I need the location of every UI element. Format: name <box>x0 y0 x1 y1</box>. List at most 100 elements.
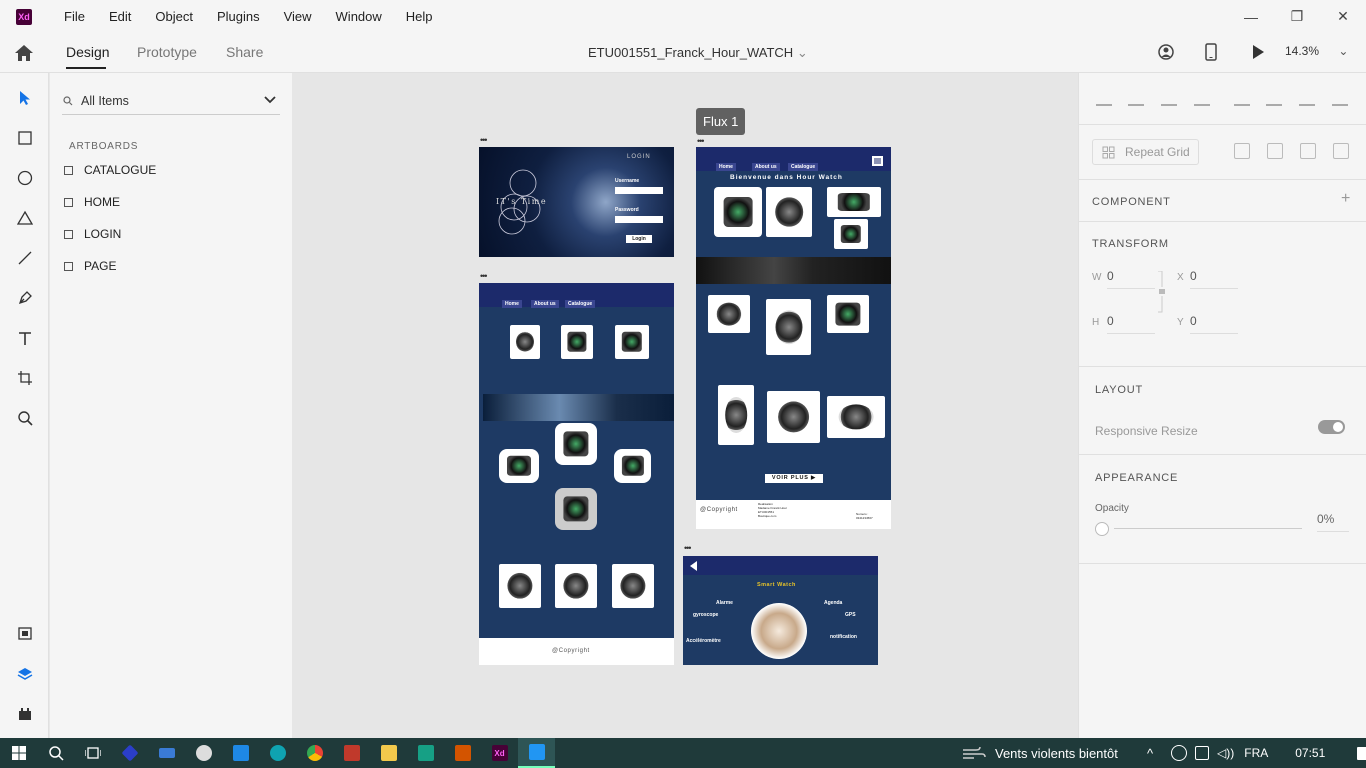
line-icon[interactable] <box>14 247 36 269</box>
menu-object[interactable]: Object <box>143 0 205 33</box>
nav-catalogue[interactable]: Catalogue <box>788 163 819 171</box>
chevron-down-icon[interactable]: ⌄ <box>1338 44 1348 58</box>
menu-edit[interactable]: Edit <box>97 0 143 33</box>
rectangle-icon[interactable] <box>14 127 36 149</box>
distribute-vertical-icon[interactable] <box>1194 92 1210 106</box>
artboard-page[interactable]: Smart Watch Alarme Agenda gyroscope GPS … <box>683 556 878 665</box>
y-field[interactable]: 0 <box>1190 314 1238 334</box>
password-field[interactable] <box>615 216 663 223</box>
polygon-icon[interactable] <box>14 207 36 229</box>
menu-file[interactable]: File <box>52 0 97 33</box>
select-icon[interactable] <box>14 87 36 109</box>
assets-icon[interactable] <box>14 622 36 644</box>
artboard-catalogue[interactable]: Home About us Catalogue Bienvenue dans H… <box>696 147 891 529</box>
app-teal-icon[interactable] <box>407 738 444 768</box>
menu-window[interactable]: Window <box>324 0 394 33</box>
device-icon[interactable] <box>1195 746 1209 760</box>
user-share-icon[interactable] <box>1157 43 1175 61</box>
edge-icon[interactable] <box>259 738 296 768</box>
align-middle-icon[interactable] <box>1128 92 1144 106</box>
weather-widget[interactable]: Vents violents bientôt <box>962 738 1118 768</box>
layer-item-home[interactable]: HOME <box>62 191 282 213</box>
clock[interactable]: 07:51 <box>1295 746 1325 760</box>
layers-search[interactable]: All Items <box>62 87 280 115</box>
adobe-xd-taskbar-icon[interactable]: Xd <box>481 738 518 768</box>
minimize-button[interactable]: — <box>1228 0 1274 33</box>
tab-prototype[interactable]: Prototype <box>137 44 197 60</box>
artboard-handle[interactable]: ••• <box>697 136 705 146</box>
notification-icon[interactable] <box>1357 746 1366 760</box>
lock-icon[interactable] <box>1158 271 1167 313</box>
artboard-home[interactable]: Home About us Catalogue @Copyright <box>479 283 674 665</box>
align-right-icon[interactable] <box>1299 92 1315 106</box>
artboard-login[interactable]: IT's Time LOGIN Username Password Login <box>479 147 674 257</box>
app-globe-icon[interactable] <box>185 738 222 768</box>
layers-icon[interactable] <box>14 663 36 685</box>
nav-home[interactable]: Home <box>502 300 522 308</box>
task-view-icon[interactable] <box>74 738 111 768</box>
back-arrow-icon[interactable] <box>688 560 698 572</box>
menu-help[interactable]: Help <box>394 0 445 33</box>
artboard-handle[interactable]: ••• <box>684 543 692 553</box>
restore-button[interactable]: ❐ <box>1274 0 1320 33</box>
chevron-down-icon[interactable] <box>264 96 276 104</box>
plugins-icon[interactable] <box>14 703 36 725</box>
pen-icon[interactable] <box>14 287 36 309</box>
opacity-value[interactable]: 0% <box>1317 512 1349 532</box>
design-canvas[interactable]: Flux 1 ••• IT's Time LOGIN Username Pass… <box>292 73 1078 738</box>
chrome-icon[interactable] <box>296 738 333 768</box>
distribute-horizontal-icon[interactable] <box>1332 92 1348 106</box>
nav-catalogue[interactable]: Catalogue <box>565 300 596 308</box>
close-button[interactable]: ✕ <box>1320 0 1366 33</box>
app-game-icon[interactable] <box>444 738 481 768</box>
chevron-down-icon[interactable]: ⌄ <box>797 45 808 60</box>
height-field[interactable]: 0 <box>1107 314 1155 334</box>
boolean-add-icon[interactable] <box>1234 143 1250 159</box>
document-title[interactable]: ETU001551_Franck_Hour_WATCH ⌄ <box>588 45 808 61</box>
zoom-icon[interactable] <box>14 407 36 429</box>
home-icon[interactable] <box>13 43 35 63</box>
flow-label[interactable]: Flux 1 <box>696 108 746 135</box>
menu-plugins[interactable]: Plugins <box>205 0 272 33</box>
language-indicator[interactable]: FRA <box>1244 746 1268 760</box>
tray-overflow-icon[interactable]: ^ <box>1147 746 1161 761</box>
width-field[interactable]: 0 <box>1107 269 1155 289</box>
layer-item-page[interactable]: PAGE <box>62 255 282 277</box>
app-blue-diamond-icon[interactable] <box>111 738 148 768</box>
zoom-level[interactable]: 14.3% ⌄ <box>1285 44 1348 58</box>
volume-icon[interactable]: ◁)) <box>1217 746 1234 760</box>
voir-plus-button[interactable]: VOIR PLUS ▶ <box>765 474 823 483</box>
text-icon[interactable] <box>14 327 36 349</box>
windows-start-icon[interactable] <box>0 738 37 768</box>
align-left-icon[interactable] <box>1234 92 1250 106</box>
align-bottom-icon[interactable] <box>1161 92 1177 106</box>
layer-item-catalogue[interactable]: CATALOGUE <box>62 159 282 181</box>
x-field[interactable]: 0 <box>1190 269 1238 289</box>
repeat-grid-button[interactable]: Repeat Grid <box>1092 139 1199 165</box>
align-top-icon[interactable] <box>1096 92 1112 106</box>
align-center-icon[interactable] <box>1266 92 1282 106</box>
boolean-exclude-icon[interactable] <box>1333 143 1349 159</box>
hamburger-icon[interactable] <box>872 156 883 166</box>
boolean-subtract-icon[interactable] <box>1267 143 1283 159</box>
layer-item-login[interactable]: LOGIN <box>62 223 282 245</box>
mobile-preview-icon[interactable] <box>1205 43 1217 61</box>
nav-home[interactable]: Home <box>716 163 736 171</box>
tab-share[interactable]: Share <box>226 44 263 60</box>
menu-view[interactable]: View <box>272 0 324 33</box>
boolean-intersect-icon[interactable] <box>1300 143 1316 159</box>
search-icon[interactable] <box>37 738 74 768</box>
artboard-handle[interactable]: ••• <box>480 135 488 145</box>
responsive-resize-toggle[interactable] <box>1318 420 1345 434</box>
tab-design[interactable]: Design <box>66 44 110 60</box>
file-explorer-icon[interactable] <box>370 738 407 768</box>
network-icon[interactable] <box>1171 745 1187 761</box>
artboard-handle[interactable]: ••• <box>480 271 488 281</box>
add-component-icon[interactable]: + <box>1341 190 1350 208</box>
login-button[interactable]: Login <box>626 235 652 243</box>
nav-about[interactable]: About us <box>531 300 559 308</box>
opacity-slider-track[interactable] <box>1114 528 1302 529</box>
media-app-icon[interactable] <box>333 738 370 768</box>
ellipse-icon[interactable] <box>14 167 36 189</box>
artboard-icon[interactable] <box>14 367 36 389</box>
